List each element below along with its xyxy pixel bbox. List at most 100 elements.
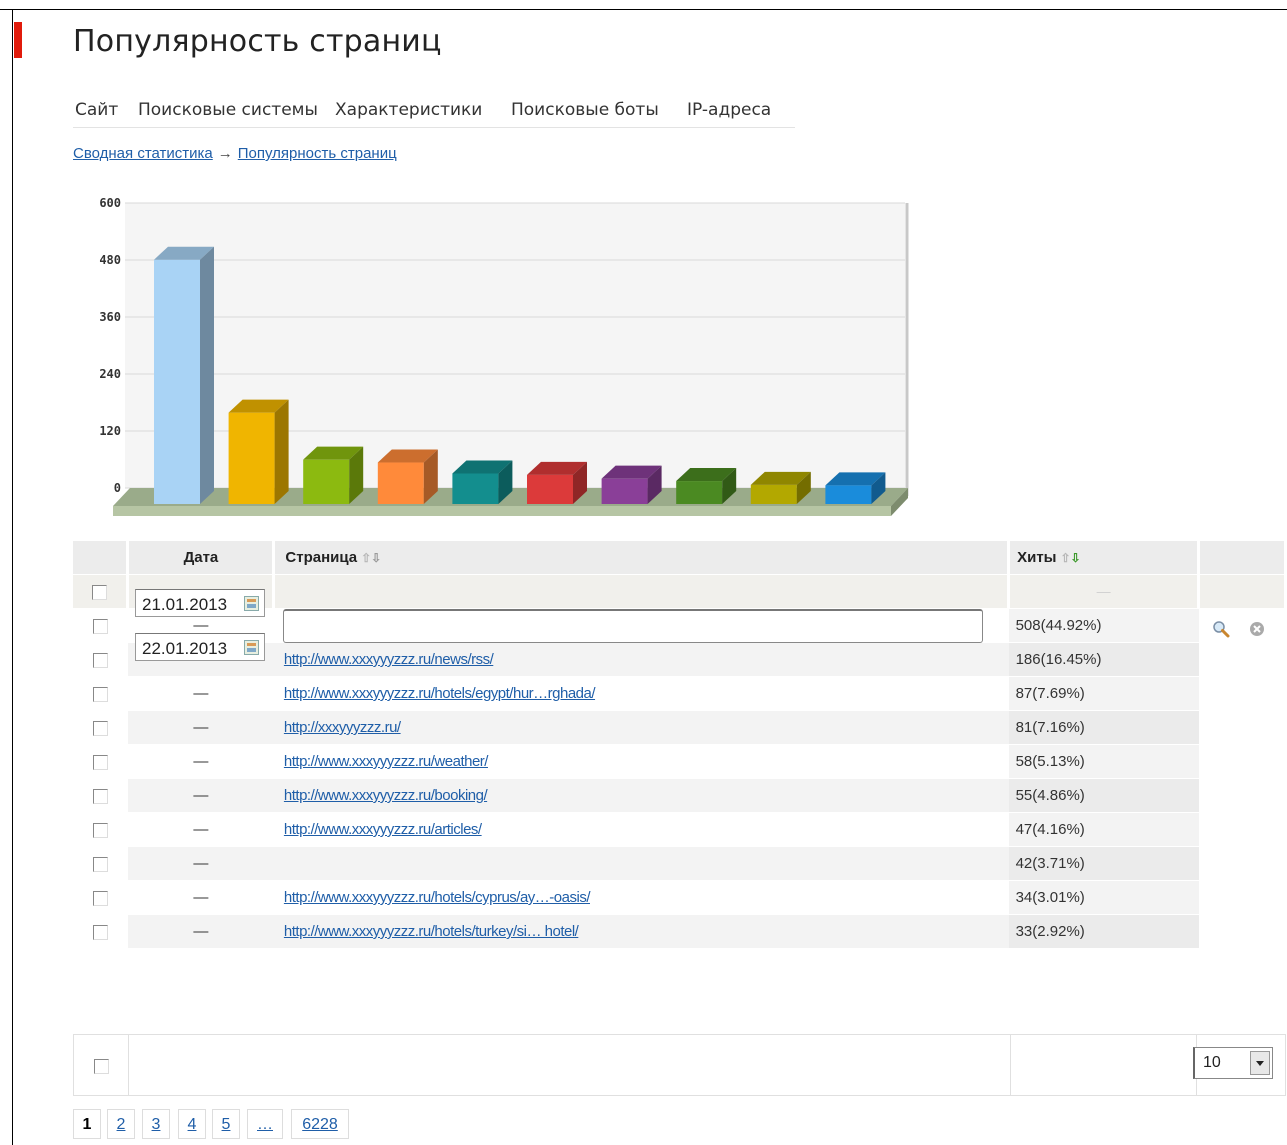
page-url-link[interactable]: http://xxxyyyzzz.ru/ — [284, 719, 401, 736]
table-row: — http://www.xxxyyyzzz.ru/hotels/turkey/s… — [73, 914, 1286, 949]
header-date[interactable]: Дата — [127, 541, 276, 575]
page-url-link[interactable]: http://www.xxxyyyzzz.ru/news/rss/ — [284, 651, 494, 668]
magnifier-icon[interactable] — [1212, 620, 1230, 638]
row-date: — — [127, 710, 274, 745]
tab-search-engines[interactable]: Поисковые системы — [138, 100, 318, 120]
row-checkbox[interactable] — [92, 856, 108, 872]
row-date: — — [127, 676, 274, 711]
row-hits: 33(2.92%) — [1008, 914, 1199, 949]
date-from-value: 21.01.2013 — [142, 595, 228, 614]
calendar-icon[interactable] — [244, 640, 259, 655]
row-checkbox[interactable] — [92, 720, 108, 736]
frame-left-border — [12, 9, 13, 1145]
row-page: http://www.xxxyyyzzz.ru/hotels/turkey/si… — [273, 914, 1009, 949]
table-row: — http://www.xxxyyyzzz.ru/articles/47(4.1… — [73, 812, 1286, 847]
bar-front — [154, 259, 200, 504]
row-hits: 34(3.01%) — [1008, 880, 1199, 915]
date-to-input[interactable]: 22.01.2013 — [135, 633, 265, 661]
header-hits[interactable]: Хиты ⇧⇩ — [1008, 541, 1201, 575]
table-row: — http://www.xxxyyyzzz.ru/hotels/egypt/hu… — [73, 676, 1286, 711]
row-checkbox[interactable] — [92, 754, 108, 770]
row-checkbox[interactable] — [92, 822, 108, 838]
page-filter-input[interactable] — [283, 609, 983, 643]
row-page: http://www.xxxyyyzzz.ru/weather/ — [273, 744, 1009, 779]
row-checkbox[interactable] — [92, 618, 108, 634]
y-tick-label: 600 — [99, 196, 121, 210]
row-actions — [1198, 812, 1286, 847]
bar-front — [303, 459, 350, 504]
row-hits: 186(16.45%) — [1008, 642, 1199, 677]
header-page[interactable]: Страница ⇧⇩ — [273, 541, 1011, 575]
page-url-link[interactable]: http://www.xxxyyyzzz.ru/weather/ — [284, 753, 489, 770]
date-from-input[interactable]: 21.01.2013 — [135, 589, 265, 617]
header-page-label: Страница — [285, 549, 358, 566]
row-actions — [1198, 744, 1286, 779]
tab-ip-addresses[interactable]: IP-адреса — [687, 100, 771, 120]
chart-bar-9 — [750, 471, 811, 504]
per-page-select[interactable]: 10 — [1193, 1047, 1273, 1079]
header-select — [73, 541, 130, 575]
hits-filter-placeholder: — — [1096, 583, 1111, 599]
clear-filter-icon[interactable] — [1248, 620, 1266, 638]
page-link-last[interactable]: 6228 — [291, 1109, 349, 1139]
select-all-checkbox[interactable] — [92, 584, 108, 600]
footer-select-checkbox[interactable] — [94, 1059, 109, 1074]
tab-site[interactable]: Сайт — [75, 100, 118, 120]
chart-bar-10 — [825, 472, 886, 504]
chart-bar-2 — [228, 399, 289, 504]
breadcrumb-separator: → — [217, 145, 233, 162]
tab-characteristics[interactable]: Характеристики — [335, 100, 482, 120]
sort-asc-icon[interactable]: ⇧ — [361, 551, 371, 565]
bar-chart: 0 120 240 360 480 600 — [99, 196, 909, 516]
page-url-link[interactable]: http://www.xxxyyyzzz.ru/booking/ — [284, 787, 488, 804]
page-url-link[interactable]: http://www.xxxyyyzzz.ru/hotels/egypt/hur… — [284, 685, 596, 702]
row-checkbox[interactable] — [92, 686, 108, 702]
tab-search-bots[interactable]: Поисковые боты — [511, 100, 659, 120]
accent-bar — [14, 22, 22, 58]
breadcrumb-current-link[interactable]: Популярность страниц — [238, 145, 397, 162]
breadcrumb: Сводная статистика → Популярность страниц — [73, 145, 397, 162]
page-link-5[interactable]: 5 — [212, 1109, 240, 1139]
page-url-link[interactable]: http://www.xxxyyyzzz.ru/hotels/turkey/si… — [284, 923, 579, 940]
row-hits: 508(44.92%) — [1008, 608, 1199, 643]
page-link-3[interactable]: 3 — [142, 1109, 170, 1139]
row-checkbox[interactable] — [92, 788, 108, 804]
bar-front — [228, 412, 275, 504]
page-url-link[interactable]: http://www.xxxyyyzzz.ru/articles/ — [284, 821, 482, 838]
row-checkbox[interactable] — [92, 890, 108, 906]
page-link-ellipsis[interactable]: … — [247, 1109, 283, 1139]
sort-desc-icon[interactable]: ⇩ — [371, 551, 381, 565]
chart-bar-7 — [601, 465, 662, 504]
chart-bar-8 — [676, 468, 737, 504]
calendar-icon[interactable] — [244, 596, 259, 611]
row-actions — [1198, 778, 1286, 813]
row-actions — [1198, 880, 1286, 915]
chevron-down-icon[interactable] — [1250, 1051, 1270, 1075]
page-link-1[interactable]: 1 — [73, 1109, 101, 1139]
chart-bar-4 — [377, 449, 438, 504]
bar-side — [200, 246, 214, 504]
row-page: http://www.xxxyyyzzz.ru/hotels/cyprus/ay… — [273, 880, 1009, 915]
tabs: Сайт Поисковые системы Характеристики По… — [73, 97, 795, 128]
row-checkbox[interactable] — [92, 924, 108, 940]
row-date: — — [127, 778, 274, 813]
row-hits: 58(5.13%) — [1008, 744, 1199, 779]
bar-front — [601, 478, 648, 504]
row-checkbox[interactable] — [92, 652, 108, 668]
sort-asc-icon[interactable]: ⇧ — [1060, 551, 1070, 565]
page-url-link[interactable]: http://www.xxxyyyzzz.ru/hotels/cyprus/ay… — [284, 889, 591, 906]
table-row: — http://www.xxxyyyzzz.ru/weather/58(5.13… — [73, 744, 1286, 779]
row-page: http://www.xxxyyyzzz.ru/articles/ — [273, 812, 1009, 847]
row-actions — [1198, 642, 1286, 677]
page-link-2[interactable]: 2 — [107, 1109, 135, 1139]
date-to-value: 22.01.2013 — [142, 639, 228, 658]
chart-floor-front — [113, 506, 891, 516]
bar-front — [377, 462, 424, 504]
page-link-4[interactable]: 4 — [178, 1109, 206, 1139]
chart-bar-5 — [452, 460, 513, 504]
row-hits: 42(3.71%) — [1008, 846, 1199, 881]
table-footer: 10 — [73, 1034, 1286, 1096]
breadcrumb-summary-link[interactable]: Сводная статистика — [73, 145, 213, 162]
sort-desc-icon[interactable]: ⇩ — [1071, 551, 1081, 565]
row-date: — — [127, 914, 274, 949]
